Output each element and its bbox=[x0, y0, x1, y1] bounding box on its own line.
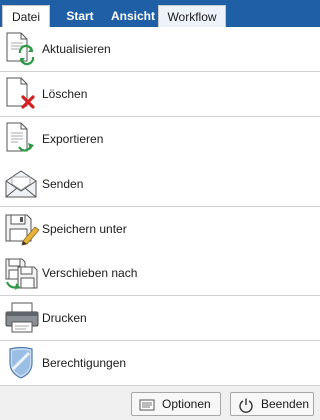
menu-footer: Optionen Beenden bbox=[0, 385, 320, 420]
options-icon bbox=[139, 399, 155, 411]
tab-ansicht[interactable]: Ansicht bbox=[106, 5, 160, 27]
printer-icon bbox=[5, 302, 39, 333]
menu-item-drucken[interactable]: Drucken bbox=[0, 296, 320, 340]
tab-datei[interactable]: Datei bbox=[2, 5, 50, 27]
tab-start[interactable]: Start bbox=[54, 5, 106, 27]
exit-button-label: Beenden bbox=[261, 397, 310, 411]
menu-item-loeschen[interactable]: Löschen bbox=[0, 72, 320, 116]
options-button-label: Optionen bbox=[162, 397, 211, 411]
menu-item-label: Drucken bbox=[42, 311, 87, 325]
menu-item-label: Speichern unter bbox=[42, 222, 127, 236]
tab-workflow[interactable]: Workflow bbox=[158, 5, 226, 27]
power-icon bbox=[239, 398, 253, 413]
menu-item-verschieben-nach[interactable]: Verschieben nach bbox=[0, 251, 320, 295]
save-as-icon bbox=[5, 214, 40, 246]
exit-button[interactable]: Beenden bbox=[230, 392, 314, 416]
menu-item-senden[interactable]: Senden bbox=[0, 162, 320, 206]
menu-item-berechtigungen[interactable]: Berechtigungen bbox=[0, 341, 320, 385]
ribbon-tab-bar: Datei Start Ansicht Workflow bbox=[0, 0, 320, 27]
menu-item-label: Exportieren bbox=[42, 132, 104, 146]
menu-item-label: Aktualisieren bbox=[42, 42, 111, 56]
menu-item-speichern-unter[interactable]: Speichern unter bbox=[0, 207, 320, 251]
menu-item-label: Löschen bbox=[42, 87, 88, 101]
envelope-icon bbox=[5, 170, 37, 198]
menu-item-aktualisieren[interactable]: Aktualisieren bbox=[0, 27, 320, 71]
move-to-icon bbox=[5, 258, 38, 290]
menu-item-label: Berechtigungen bbox=[42, 356, 127, 370]
shield-icon bbox=[9, 346, 33, 379]
menu-item-label: Verschieben nach bbox=[42, 266, 138, 280]
menu-item-label: Senden bbox=[42, 177, 84, 191]
document-export-icon bbox=[6, 122, 34, 152]
options-button[interactable]: Optionen bbox=[131, 392, 221, 416]
document-delete-icon bbox=[6, 77, 35, 109]
document-refresh-icon bbox=[6, 32, 35, 66]
menu-item-exportieren[interactable]: Exportieren bbox=[0, 117, 320, 161]
